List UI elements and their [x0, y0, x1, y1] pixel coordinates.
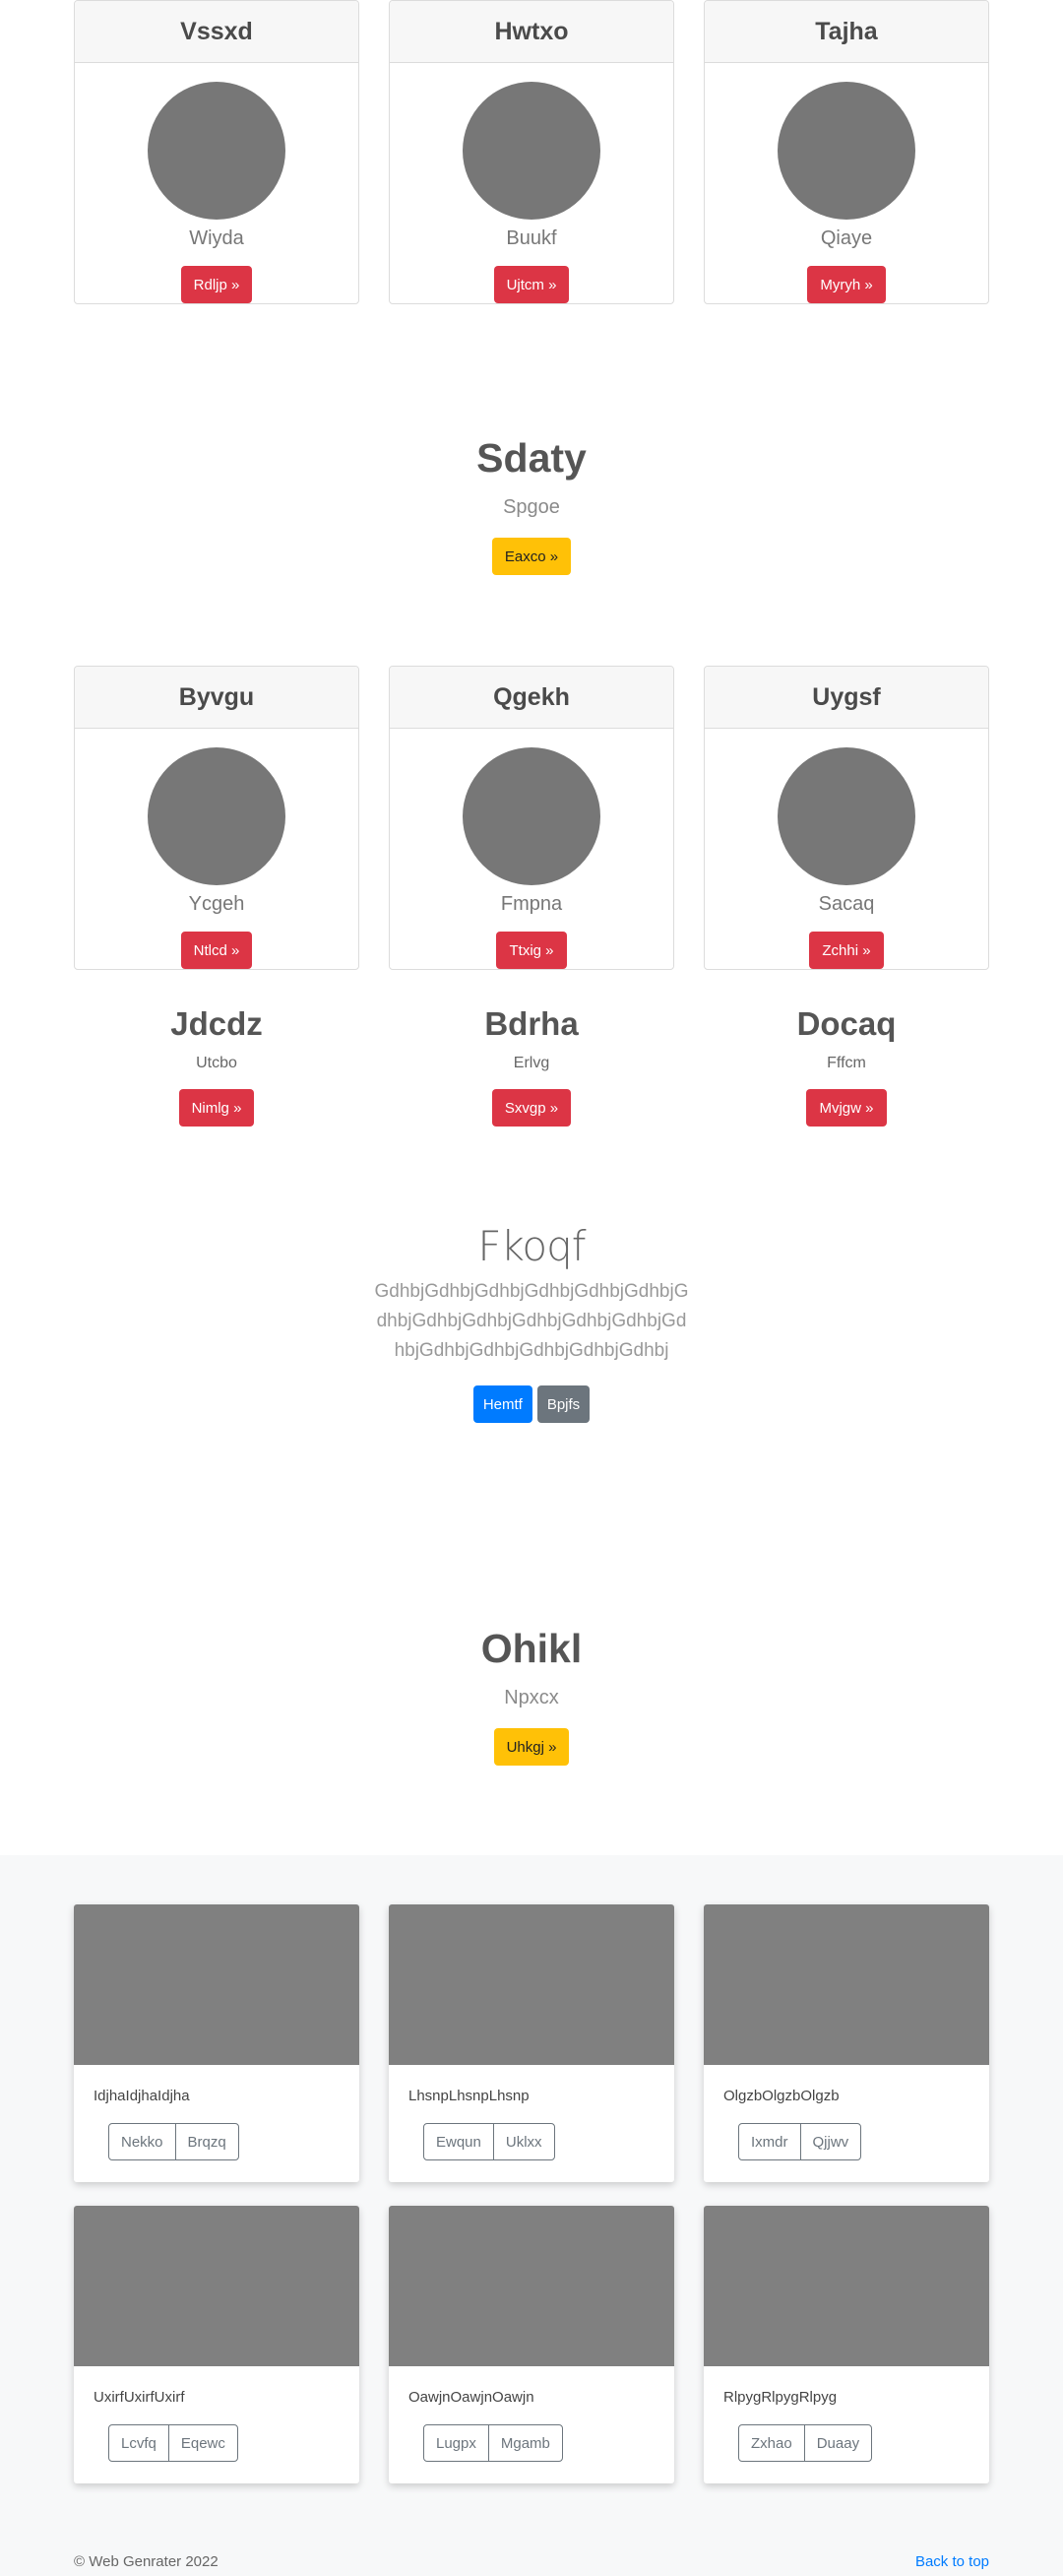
- profile-card-button[interactable]: Ntlcd »: [180, 932, 253, 969]
- card-button[interactable]: Brqzq: [174, 2124, 238, 2159]
- card-text: IdjhaIdjhaIdjha: [94, 2088, 190, 2104]
- card-button-group: Lugpx Mgamb: [423, 2424, 563, 2462]
- feature-subtitle: Fffcm: [827, 1055, 866, 1071]
- profile-card: Qgekh Fmpna Ttxig »: [389, 666, 674, 970]
- avatar: [148, 747, 285, 885]
- card-button[interactable]: Ewqun: [424, 2124, 493, 2159]
- card-button[interactable]: Duaay: [803, 2425, 871, 2461]
- jumbotron-title: Fkoqf: [477, 1222, 586, 1270]
- copyright-text: © Web Genrater 2022: [74, 2553, 219, 2570]
- card-button[interactable]: Eqewc: [167, 2425, 237, 2461]
- card-text: OlgzbOlgzbOlgzb: [723, 2088, 840, 2104]
- feature-column: Docaq Fffcm Mvjgw »: [704, 1004, 989, 1127]
- primary-button[interactable]: Hemtf: [472, 1385, 532, 1423]
- card-button[interactable]: Mgamb: [487, 2425, 562, 2461]
- profile-card-subtitle: Sacaq: [818, 893, 875, 915]
- profile-card-button[interactable]: Ttxig »: [496, 932, 567, 969]
- hero-subtitle: Npxcx: [504, 1687, 559, 1708]
- feature-subtitle: Utcbo: [196, 1055, 237, 1071]
- profile-card-subtitle: Qiaye: [820, 227, 873, 249]
- card-button[interactable]: Lcvfq: [109, 2425, 168, 2461]
- profile-card-button[interactable]: Rdljp »: [180, 266, 253, 303]
- feature-button[interactable]: Nimlg »: [178, 1089, 255, 1127]
- profile-card: Byvgu Ycgeh Ntlcd »: [74, 666, 359, 970]
- profile-card-subtitle: Buukf: [506, 227, 557, 249]
- card-image-placeholder: [389, 2206, 674, 2366]
- feature-title: Docaq: [796, 1005, 897, 1042]
- profile-card-title: Uygsf: [705, 667, 988, 729]
- avatar: [778, 82, 915, 220]
- card-button[interactable]: Ixmdr: [739, 2124, 799, 2159]
- hero-button[interactable]: Uhkgj »: [493, 1728, 570, 1766]
- profile-card-title: Qgekh: [390, 667, 673, 729]
- card-text: OawjnOawjnOawjn: [408, 2389, 534, 2406]
- profile-card-subtitle: Wiyda: [189, 227, 244, 249]
- card-button-group: Lcvfq Eqewc: [108, 2424, 238, 2462]
- avatar: [463, 82, 600, 220]
- profile-card-title: Byvgu: [75, 667, 358, 729]
- back-to-top-link[interactable]: Back to top: [915, 2552, 989, 2572]
- avatar: [778, 747, 915, 885]
- card-button[interactable]: Zxhao: [739, 2425, 804, 2461]
- feature-column: Jdcdz Utcbo Nimlg »: [74, 1004, 359, 1127]
- card-image-placeholder: [704, 1904, 989, 2065]
- hero-subtitle: Spgoe: [503, 496, 560, 518]
- avatar: [463, 747, 600, 885]
- secondary-button[interactable]: Bpjfs: [536, 1385, 591, 1423]
- album-card: RlpygRlpygRlpyg Zxhao Duaay: [704, 2206, 989, 2483]
- card-button[interactable]: Nekko: [109, 2124, 175, 2159]
- profile-card: Hwtxo Buukf Ujtcm »: [389, 0, 674, 304]
- card-text: LhsnpLhsnpLhsnp: [408, 2088, 530, 2104]
- card-button[interactable]: Qjjwv: [799, 2124, 861, 2159]
- feature-button[interactable]: Mvjgw »: [806, 1089, 887, 1127]
- album-card: IdjhaIdjhaIdjha Nekko Brqzq: [74, 1904, 359, 2182]
- card-image-placeholder: [74, 2206, 359, 2366]
- card-image-placeholder: [389, 1904, 674, 2065]
- album-card: OawjnOawjnOawjn Lugpx Mgamb: [389, 2206, 674, 2483]
- feature-title: Bdrha: [484, 1005, 579, 1042]
- hero-section: Ohikl Npxcx Uhkgj »: [0, 1624, 1063, 1766]
- feature-button[interactable]: Sxvgp »: [491, 1089, 572, 1127]
- card-text: RlpygRlpygRlpyg: [723, 2389, 838, 2406]
- hero-title: Sdaty: [476, 435, 587, 481]
- card-button[interactable]: Lugpx: [424, 2425, 488, 2461]
- footer: © Web Genrater 2022 Back to top: [74, 2552, 989, 2572]
- card-text: UxirfUxirfUxirf: [94, 2389, 185, 2406]
- card-button-group: Ewqun Uklxx: [423, 2123, 555, 2160]
- profile-card-title: Vssxd: [75, 1, 358, 63]
- avatar: [148, 82, 285, 220]
- profile-card-subtitle: Ycgeh: [188, 893, 245, 915]
- profile-card-button[interactable]: Ujtcm »: [493, 266, 570, 303]
- profile-card-title: Tajha: [705, 1, 988, 63]
- profile-card-button[interactable]: Zchhi »: [809, 932, 884, 969]
- profile-card-title: Hwtxo: [390, 1, 673, 63]
- hero-button[interactable]: Eaxco »: [491, 538, 572, 575]
- feature-subtitle: Erlvg: [513, 1055, 550, 1071]
- feature-column: Bdrha Erlvg Sxvgp »: [389, 1004, 674, 1127]
- jumbotron: Fkoqf GdhbjGdhbjGdhbjGdhbjGdhbjGdhbjGdhb…: [0, 1222, 1063, 1423]
- album-card: OlgzbOlgzbOlgzb Ixmdr Qjjwv: [704, 1904, 989, 2182]
- card-button[interactable]: Uklxx: [492, 2124, 554, 2159]
- feature-title: Jdcdz: [170, 1005, 263, 1042]
- card-image-placeholder: [74, 1904, 359, 2065]
- jumbotron-body: GdhbjGdhbjGdhbjGdhbjGdhbjGdhbjGdhbjGdhbj…: [374, 1281, 689, 1361]
- profile-card-button[interactable]: Myryh »: [807, 266, 886, 303]
- card-button-group: Ixmdr Qjjwv: [738, 2123, 862, 2160]
- profile-card-subtitle: Fmpna: [500, 893, 563, 915]
- hero-title: Ohikl: [480, 1626, 583, 1671]
- card-button-group: Nekko Brqzq: [108, 2123, 239, 2160]
- album-card: UxirfUxirfUxirf Lcvfq Eqewc: [74, 2206, 359, 2483]
- card-image-placeholder: [704, 2206, 989, 2366]
- card-button-group: Zxhao Duaay: [738, 2424, 873, 2462]
- album-card: LhsnpLhsnpLhsnp Ewqun Uklxx: [389, 1904, 674, 2182]
- profile-card: Tajha Qiaye Myryh »: [704, 0, 989, 304]
- profile-card: Vssxd Wiyda Rdljp »: [74, 0, 359, 304]
- hero-section: Sdaty Spgoe Eaxco »: [0, 433, 1063, 575]
- album-section: IdjhaIdjhaIdjha Nekko Brqzq LhsnpLhsnpLh…: [0, 1855, 1063, 2576]
- profile-card: Uygsf Sacaq Zchhi »: [704, 666, 989, 970]
